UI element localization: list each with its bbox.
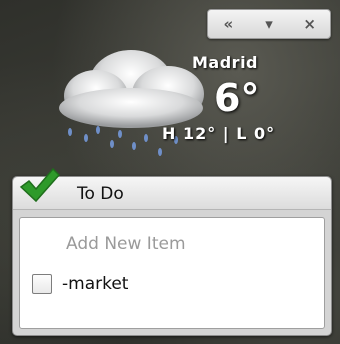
dropdown-button[interactable]: ▾ <box>254 13 284 35</box>
current-temperature: 6° <box>214 76 260 120</box>
city-name: Madrid <box>192 53 258 72</box>
high-low-temperature: H 12° | L 0° <box>162 124 276 143</box>
todo-header: To Do <box>13 167 331 210</box>
window-controls: « ▾ × <box>207 9 331 39</box>
weather-widget: « ▾ × Madrid 6° H 12° | L 0° <box>0 0 340 172</box>
todo-list: Add New Item -market <box>19 217 325 329</box>
todo-widget: To Do Add New Item -market <box>12 167 332 336</box>
collapse-button[interactable]: « <box>213 13 243 35</box>
rain-cloud-icon <box>59 50 204 156</box>
add-new-item-field[interactable]: Add New Item <box>66 234 186 254</box>
item-checkbox[interactable] <box>32 274 52 294</box>
list-item: -market <box>32 274 128 294</box>
close-button[interactable]: × <box>295 13 325 35</box>
checkmark-icon <box>19 167 61 203</box>
todo-title: To Do <box>77 184 124 204</box>
item-label[interactable]: -market <box>62 274 128 294</box>
